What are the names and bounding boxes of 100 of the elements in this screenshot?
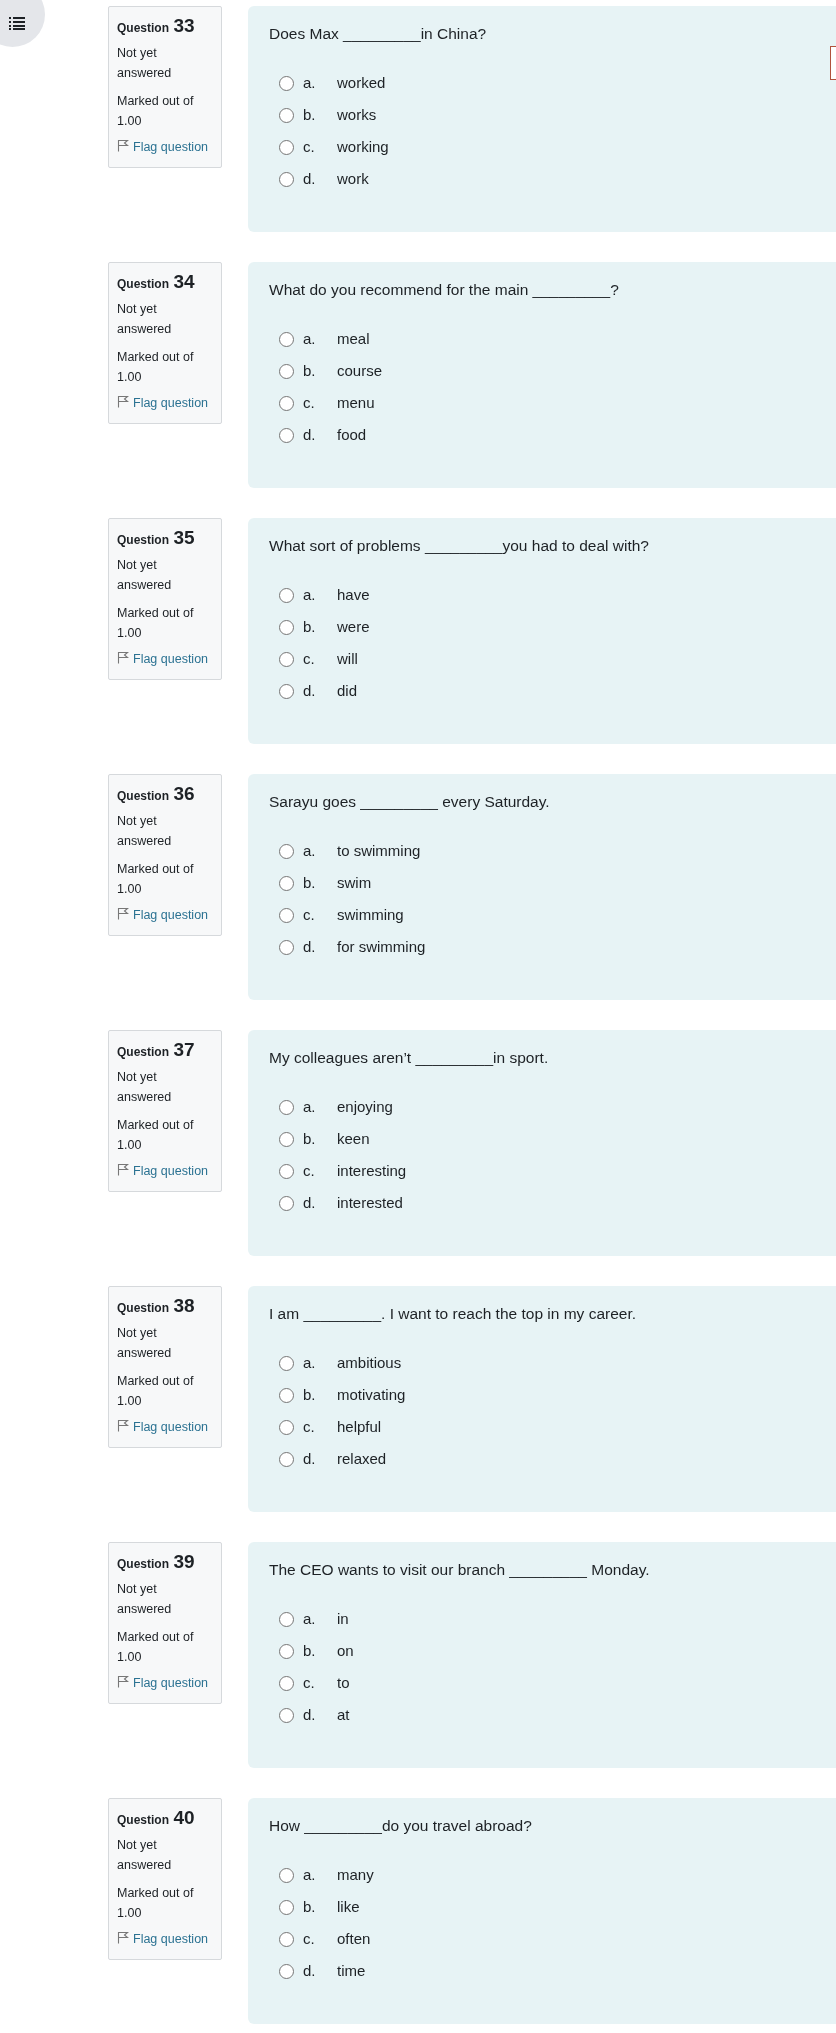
flag-icon: [117, 651, 129, 664]
radio-button[interactable]: [279, 1643, 294, 1659]
question-status: Not yet answered: [117, 1325, 173, 1362]
answer-option[interactable]: c. menu: [279, 392, 836, 414]
radio-button[interactable]: [279, 1675, 294, 1691]
radio-button[interactable]: [279, 1131, 294, 1147]
radio-button[interactable]: [279, 907, 294, 923]
radio-button[interactable]: [279, 1707, 294, 1723]
radio-button[interactable]: [279, 1419, 294, 1435]
answer-option[interactable]: c. working: [279, 136, 836, 158]
answer-option[interactable]: a. in: [279, 1608, 836, 1630]
question-marks: Marked out of 1.00: [117, 605, 195, 642]
answer-option[interactable]: b. were: [279, 616, 836, 638]
flag-icon: [117, 395, 129, 408]
radio-button[interactable]: [279, 843, 294, 859]
radio-button[interactable]: [279, 395, 294, 411]
answer-option[interactable]: b. swim: [279, 872, 836, 894]
answer-option[interactable]: d. did: [279, 680, 836, 702]
flag-question-link[interactable]: Flag question: [117, 138, 213, 157]
flag-icon: [117, 139, 129, 152]
answer-option[interactable]: d. for swimming: [279, 936, 836, 958]
radio-button[interactable]: [279, 107, 294, 123]
radio-button[interactable]: [279, 875, 294, 891]
question-marks: Marked out of 1.00: [117, 93, 195, 130]
radio-button[interactable]: [279, 1387, 294, 1403]
radio-button[interactable]: [279, 171, 294, 187]
answer-option[interactable]: a. meal: [279, 328, 836, 350]
answer-option[interactable]: b. keen: [279, 1128, 836, 1150]
flag-icon: [117, 1931, 129, 1944]
answer-option[interactable]: c. helpful: [279, 1416, 836, 1438]
answer-option[interactable]: a. ambitious: [279, 1352, 836, 1374]
answer-option[interactable]: d. food: [279, 424, 836, 446]
question-status: Not yet answered: [117, 813, 173, 850]
question-text: The CEO wants to visit our branch _________ Monday.: [269, 1560, 651, 1580]
flag-icon: [117, 907, 129, 920]
radio-button[interactable]: [279, 1931, 294, 1947]
question-text: Does Max _________in China?: [269, 24, 488, 44]
answer-option[interactable]: a. have: [279, 584, 836, 606]
answer-option[interactable]: b. like: [279, 1896, 836, 1918]
radio-button[interactable]: [279, 363, 294, 379]
answer-option[interactable]: c. to: [279, 1672, 836, 1694]
radio-button[interactable]: [279, 139, 294, 155]
list-icon: [8, 15, 25, 30]
question-number: Question 35: [117, 527, 196, 550]
answer-option[interactable]: d. time: [279, 1960, 836, 1982]
answer-option[interactable]: d. work: [279, 168, 836, 190]
radio-button[interactable]: [279, 1195, 294, 1211]
question-status: Not yet answered: [117, 301, 173, 338]
question-marks: Marked out of 1.00: [117, 861, 195, 898]
radio-button[interactable]: [279, 331, 294, 347]
answer-option[interactable]: b. course: [279, 360, 836, 382]
radio-button[interactable]: [279, 1899, 294, 1915]
flag-question-link[interactable]: Flag question: [117, 1418, 213, 1437]
question-marks: Marked out of 1.00: [117, 349, 195, 386]
flag-question-link[interactable]: Flag question: [117, 1930, 213, 1949]
radio-button[interactable]: [279, 683, 294, 699]
answer-option[interactable]: b. motivating: [279, 1384, 836, 1406]
question-number: Question 36: [117, 783, 196, 806]
question-marks: Marked out of 1.00: [117, 1629, 195, 1666]
question-marks: Marked out of 1.00: [117, 1117, 195, 1154]
answer-option[interactable]: b. on: [279, 1640, 836, 1662]
answer-option[interactable]: d. interested: [279, 1192, 836, 1214]
question-marks: Marked out of 1.00: [117, 1885, 195, 1922]
answer-option[interactable]: a. many: [279, 1864, 836, 1886]
question-status: Not yet answered: [117, 1581, 173, 1618]
radio-button[interactable]: [279, 427, 294, 443]
answer-option[interactable]: a. to swimming: [279, 840, 836, 862]
radio-button[interactable]: [279, 75, 294, 91]
answer-option[interactable]: c. interesting: [279, 1160, 836, 1182]
flag-question-link[interactable]: Flag question: [117, 650, 213, 669]
flag-question-link[interactable]: Flag question: [117, 1162, 213, 1181]
radio-button[interactable]: [279, 619, 294, 635]
radio-button[interactable]: [279, 651, 294, 667]
question-status: Not yet answered: [117, 557, 173, 594]
answer-option[interactable]: c. will: [279, 648, 836, 670]
answer-option[interactable]: c. swimming: [279, 904, 836, 926]
radio-button[interactable]: [279, 1867, 294, 1883]
answer-option[interactable]: d. at: [279, 1704, 836, 1726]
answer-option[interactable]: c. often: [279, 1928, 836, 1950]
answer-option[interactable]: a. worked: [279, 72, 836, 94]
flag-question-link[interactable]: Flag question: [117, 1674, 213, 1693]
radio-button[interactable]: [279, 1611, 294, 1627]
answer-option[interactable]: b. works: [279, 104, 836, 126]
radio-button[interactable]: [279, 939, 294, 955]
question-number: Question 33: [117, 15, 196, 38]
flag-question-link[interactable]: Flag question: [117, 906, 213, 925]
radio-button[interactable]: [279, 1963, 294, 1979]
radio-button[interactable]: [279, 1451, 294, 1467]
radio-button[interactable]: [279, 1163, 294, 1179]
question-number: Question 40: [117, 1807, 196, 1830]
question-status: Not yet answered: [117, 1837, 173, 1874]
question-text: I am _________. I want to reach the top in my career.: [269, 1304, 638, 1324]
question-status: Not yet answered: [117, 1069, 173, 1106]
radio-button[interactable]: [279, 1099, 294, 1115]
radio-button[interactable]: [279, 587, 294, 603]
question-text: What do you recommend for the main _________?: [269, 280, 620, 300]
flag-question-link[interactable]: Flag question: [117, 394, 213, 413]
radio-button[interactable]: [279, 1355, 294, 1371]
answer-option[interactable]: a. enjoying: [279, 1096, 836, 1118]
answer-option[interactable]: d. relaxed: [279, 1448, 836, 1470]
